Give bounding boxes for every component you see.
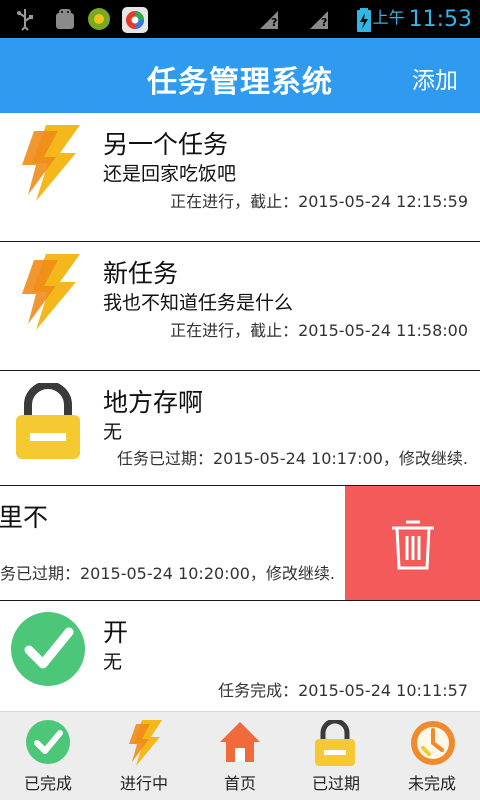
home-icon	[218, 720, 262, 768]
task-title: 另一个任务	[103, 130, 229, 159]
task-row[interactable]: 地方存啊 无 任务已过期：2015-05-24 10:17:00，修改继续.	[0, 371, 480, 486]
tab-in-progress[interactable]: 进行中	[96, 712, 192, 800]
task-list: 另一个任务 还是回家吃饭吧 正在进行，截止：2015-05-24 12:15:5…	[0, 113, 480, 711]
check-icon	[26, 720, 70, 768]
task-title: 新任务	[103, 259, 179, 288]
battery-charging-icon	[356, 7, 372, 37]
lightning-icon	[14, 254, 82, 334]
page-title: 任务管理系统	[147, 65, 333, 100]
task-status: 任务已过期：2015-05-24 10:17:00，修改继续.	[116, 449, 468, 468]
app-notification-icon	[86, 7, 112, 35]
status-clock: 上午 11:53	[373, 4, 472, 32]
tab-label: 进行中	[119, 774, 168, 793]
svg-text:?: ?	[271, 16, 277, 29]
clock-icon	[410, 720, 456, 770]
lightning-icon	[14, 125, 82, 205]
add-task-button[interactable]: 添加	[412, 61, 458, 95]
svg-text:?: ?	[321, 16, 327, 29]
signal-unknown-icon: ?	[258, 7, 280, 35]
task-row-swiped[interactable]: 里不 务已过期：2015-05-24 10:20:00，修改继续.	[0, 486, 480, 601]
check-icon	[11, 612, 85, 690]
task-status: 正在进行，截止：2015-05-24 12:15:59	[170, 192, 468, 211]
task-desc: 无	[103, 651, 123, 673]
tab-home[interactable]: 首页	[192, 712, 288, 800]
task-desc: 我也不知道任务是什么	[103, 292, 294, 314]
status-time: 11:53	[408, 7, 472, 32]
app-store-icon	[122, 7, 148, 37]
usb-icon	[14, 7, 36, 35]
lock-icon	[315, 718, 355, 770]
task-title: 开	[103, 618, 129, 647]
task-row[interactable]: 另一个任务 还是回家吃饭吧 正在进行，截止：2015-05-24 12:15:5…	[0, 113, 480, 242]
tab-label: 首页	[223, 774, 256, 793]
task-status: 务已过期：2015-05-24 10:20:00，修改继续.	[0, 564, 336, 583]
tab-label: 未完成	[407, 774, 456, 793]
tab-expired[interactable]: 已过期	[288, 712, 384, 800]
task-status: 任务完成：2015-05-24 10:11:57	[218, 681, 468, 700]
bottom-tab-bar: 已完成 进行中 首页 已过期 未完成	[0, 711, 480, 800]
status-bar: ? ? 上午 11:53	[0, 0, 480, 38]
task-status: 正在进行，截止：2015-05-24 11:58:00	[170, 321, 468, 340]
lightning-icon	[124, 720, 164, 770]
tab-label: 已过期	[311, 774, 360, 793]
status-ampm: 上午	[372, 8, 405, 27]
signal-unknown-icon: ?	[308, 7, 330, 35]
task-title: 里不	[0, 503, 49, 532]
task-title: 地方存啊	[103, 388, 204, 417]
delete-button[interactable]	[345, 486, 480, 600]
tab-completed[interactable]: 已完成	[0, 712, 96, 800]
tab-label: 已完成	[23, 774, 72, 793]
app-header: 任务管理系统 添加	[0, 38, 480, 113]
task-desc: 还是回家吃饭吧	[103, 163, 237, 185]
task-row[interactable]: 开 无 任务完成：2015-05-24 10:11:57	[0, 601, 480, 711]
android-debug-icon	[52, 7, 78, 35]
task-row[interactable]: 新任务 我也不知道任务是什么 正在进行，截止：2015-05-24 11:58:…	[0, 242, 480, 371]
lock-icon	[16, 381, 80, 463]
task-desc: 无	[103, 421, 123, 443]
tab-unfinished[interactable]: 未完成	[384, 712, 480, 800]
trash-icon	[390, 519, 436, 575]
